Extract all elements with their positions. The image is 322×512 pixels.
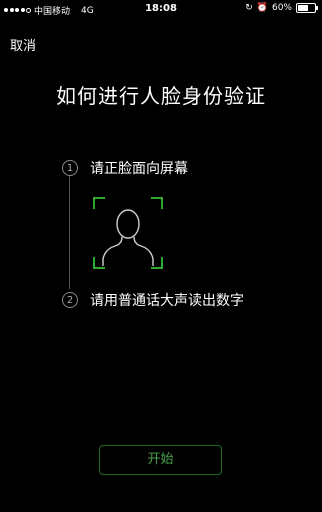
step-text: 请正脸面向屏幕 [90, 161, 188, 177]
cancel-button[interactable]: 取消 [10, 35, 36, 54]
step-number: 1 [62, 160, 78, 176]
step-number: 2 [62, 292, 78, 308]
step-1: 1 请正脸面向屏幕 [62, 158, 188, 178]
face-frame-icon [93, 197, 163, 269]
step-2: 2 请用普通话大声读出数字 [62, 290, 244, 310]
rotation-lock-icon: ↻ [245, 3, 253, 13]
battery-icon [296, 3, 318, 13]
step-connector [69, 176, 70, 289]
status-right: ↻ ⏰ 60% [245, 3, 318, 13]
page-title: 如何进行人脸身份验证 [56, 84, 266, 108]
alarm-icon: ⏰ [256, 3, 268, 13]
battery-percent: 60% [271, 3, 292, 13]
step-text: 请用普通话大声读出数字 [90, 293, 244, 309]
status-bar: 中国移动 4G 18:08 ↻ ⏰ 60% [0, 0, 322, 18]
start-button[interactable]: 开始 [99, 445, 222, 475]
